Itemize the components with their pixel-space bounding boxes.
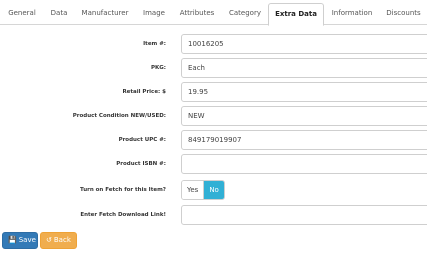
retail-price-label: Retail Price: $ <box>122 89 166 95</box>
save-button[interactable]: 💾 Save <box>2 232 38 249</box>
condition-input[interactable]: NEW <box>181 106 427 126</box>
undo-icon: ↺ <box>46 236 52 244</box>
pkg-label: PKG: <box>150 65 166 71</box>
back-button[interactable]: ↺ Back <box>40 232 77 249</box>
condition-row: Product Condition NEW/USED: NEW <box>0 106 427 126</box>
pkg-row: PKG: Each <box>0 58 427 78</box>
condition-label: Product Condition NEW/USED: <box>72 113 166 119</box>
upc-input[interactable]: 849179019907 <box>181 130 427 150</box>
back-button-label: Back <box>53 236 71 244</box>
tab-extra-data[interactable]: Extra Data <box>268 3 324 26</box>
fetch-yes-option[interactable]: Yes <box>182 181 205 199</box>
tab-data[interactable]: Data <box>44 3 74 25</box>
tab-discounts[interactable]: Discounts <box>380 3 427 25</box>
fetch-no-option[interactable]: No <box>204 181 224 199</box>
item-label: Item #: <box>143 41 166 47</box>
tab-manufacturer[interactable]: Manufacturer <box>74 3 136 25</box>
upc-row: Product UPC #: 849179019907 <box>0 130 427 150</box>
pkg-input[interactable]: Each <box>181 58 427 78</box>
fetch-link-row: Enter Fetch Download Link! <box>0 205 427 225</box>
retail-price-row: Retail Price: $ 19.95 <box>0 82 427 102</box>
tab-category[interactable]: Category <box>222 3 268 25</box>
fetch-link-input[interactable] <box>181 205 427 225</box>
fetch-toggle[interactable]: Yes No <box>181 180 225 200</box>
floppy-disk-icon: 💾 <box>8 236 17 244</box>
item-row: Item #: 10016205 <box>0 34 427 54</box>
isbn-label: Product ISBN #: <box>116 161 166 167</box>
tab-attributes[interactable]: Attributes <box>172 3 222 25</box>
tab-image[interactable]: Image <box>136 3 172 25</box>
upc-label: Product UPC #: <box>118 137 166 143</box>
fetch-label: Turn on Fetch for this Item? <box>80 187 166 193</box>
tab-information[interactable]: Information <box>324 3 380 25</box>
isbn-row: Product ISBN #: <box>0 154 427 174</box>
tab-bar: General Data Manufacturer Image Attribut… <box>0 0 427 26</box>
fetch-link-label: Enter Fetch Download Link! <box>80 212 166 218</box>
item-input[interactable]: 10016205 <box>181 34 427 54</box>
isbn-input[interactable] <box>181 154 427 174</box>
save-button-label: Save <box>18 236 36 244</box>
retail-price-input[interactable]: 19.95 <box>181 82 427 102</box>
tab-general[interactable]: General <box>0 3 44 25</box>
fetch-row: Turn on Fetch for this Item? Yes No <box>0 180 427 200</box>
